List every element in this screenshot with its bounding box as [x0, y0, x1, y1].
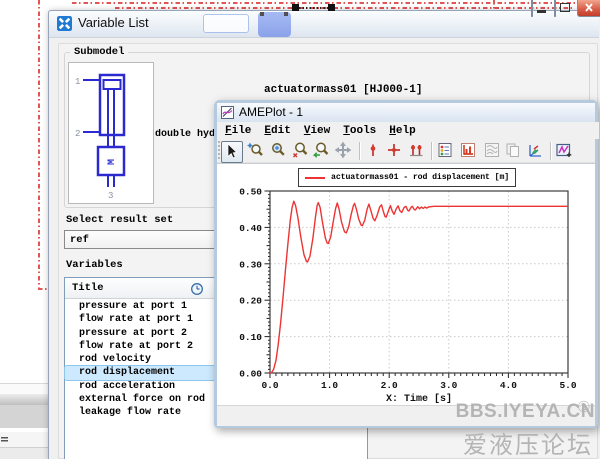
variable-list-icon [57, 16, 72, 31]
sketch-component-ghost [203, 14, 249, 33]
legend-line-sample [305, 177, 325, 179]
submodel-description: double hydr [155, 129, 217, 140]
add-cursor-button[interactable] [364, 141, 384, 161]
svg-text:5.0: 5.0 [559, 380, 576, 391]
sketch-component [258, 12, 291, 37]
background-window-bar [0, 447, 48, 459]
menu-file[interactable]: File [221, 124, 260, 138]
menu-grip-icon [1, 437, 8, 443]
submodel-group-label: Submodel [70, 46, 128, 58]
background-window-bar [0, 432, 48, 447]
watermark-site: BBS.IYEYA.CN [430, 401, 595, 423]
svg-text:0.30: 0.30 [239, 259, 262, 270]
contour-mode-button[interactable] [483, 141, 503, 161]
variable-list-title: Variable List [78, 15, 149, 30]
svg-text:M: M [107, 159, 118, 165]
histogram-mode-button[interactable] [459, 141, 479, 161]
zoom-dynamic-button[interactable] [246, 141, 266, 161]
svg-text:2.0: 2.0 [381, 380, 398, 391]
menu-help[interactable]: Help [385, 124, 424, 138]
selection-dash-line-top [72, 2, 580, 4]
zoom-out-button[interactable] [291, 141, 311, 161]
pan-button[interactable] [334, 141, 354, 161]
variables-section-label: Variables [66, 259, 123, 271]
plot-legend[interactable]: actuatormass01 - rod displacement [m] [298, 168, 516, 187]
svg-text:3.0: 3.0 [440, 380, 457, 391]
port-label-1: 1 [75, 77, 80, 87]
ameplot-toolbar [217, 139, 595, 163]
svg-text:0.50: 0.50 [239, 187, 262, 198]
result-set-label: Select result set [66, 214, 173, 226]
submodel-instance-title: actuatormass01 [HJ000-1] [264, 84, 422, 96]
toolbar-grip [218, 141, 220, 161]
selection-dotted-segment [299, 7, 329, 9]
background-window-bar [0, 394, 48, 405]
submodel-icon-box: M 1 2 3 [68, 62, 154, 204]
new-plot-window-button[interactable] [555, 141, 575, 161]
zoom-previous-button[interactable] [312, 141, 332, 161]
add-two-cursors-button[interactable] [407, 141, 427, 161]
svg-text:1.0: 1.0 [321, 380, 338, 391]
ameplot-menubar: FileEditViewToolsHelp [217, 122, 599, 139]
svg-text:0.40: 0.40 [239, 223, 262, 234]
plot-canvas[interactable]: 0.0 1.0 2.0 3.0 4.0 5.0 0.00 0.10 0.20 0.30 0.40 0.… [217, 164, 595, 405]
minimize-icon [537, 10, 546, 13]
sort-by-time-clock-icon[interactable] [190, 282, 204, 296]
zoom-in-button[interactable] [269, 141, 289, 161]
hydraulic-jack-icon: M 1 2 3 [69, 63, 151, 201]
toolbar-separator [431, 142, 433, 160]
ameplot-icon [221, 106, 234, 119]
plot-manager-button[interactable] [436, 141, 456, 161]
svg-text:0.00: 0.00 [239, 369, 262, 380]
select-cursor-button[interactable] [221, 141, 243, 163]
watermark-badge: ① [577, 398, 590, 416]
svg-text:0.0: 0.0 [261, 380, 278, 391]
close-icon [578, 0, 600, 16]
minimize-button[interactable] [531, 0, 533, 17]
add-cross-cursor-button[interactable] [385, 141, 405, 161]
selection-dash-line-top2 [115, 7, 573, 9]
selection-handle[interactable] [292, 4, 299, 11]
svg-text:0.10: 0.10 [239, 332, 262, 343]
close-button[interactable] [577, 0, 600, 17]
menu-tools[interactable]: Tools [339, 124, 385, 138]
background-window-bar [0, 405, 48, 428]
maximize-icon [560, 3, 570, 12]
svg-text:0.20: 0.20 [239, 296, 262, 307]
svg-text:4.0: 4.0 [500, 380, 517, 391]
selection-dash-line-left [38, 0, 40, 289]
watermark-forum-name: 爱液压论坛 [430, 425, 593, 459]
port-label-2: 2 [75, 129, 80, 139]
menu-edit[interactable]: Edit [260, 124, 299, 138]
menu-view[interactable]: View [300, 124, 339, 138]
copy-page-button[interactable] [504, 141, 524, 161]
toolbar-separator [550, 142, 552, 160]
desktop: Variable List Submodel M 1 2 3 double hy… [0, 0, 600, 459]
ameplot-title: AMEPlot - 1 [239, 105, 303, 119]
toolbar-separator [359, 142, 361, 160]
port-label-3: 3 [108, 191, 113, 201]
plot-3d-button[interactable] [526, 141, 546, 161]
maximize-button[interactable] [554, 0, 556, 17]
selection-handle[interactable] [328, 4, 335, 11]
legend-label: actuatormass01 - rod displacement [m] [331, 173, 509, 182]
